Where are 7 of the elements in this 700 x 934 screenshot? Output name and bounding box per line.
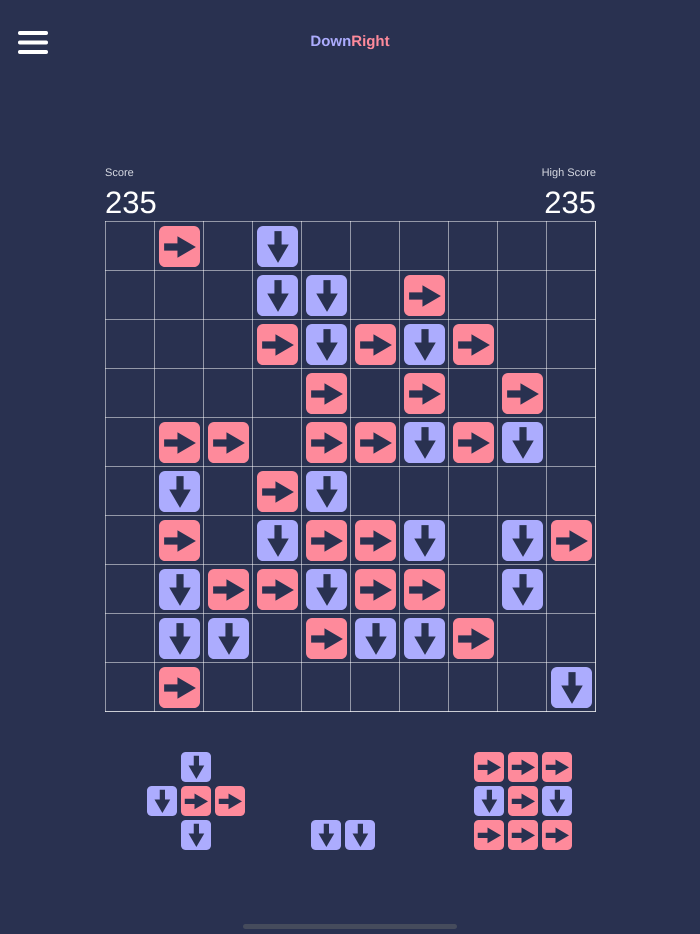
score-value: 235 bbox=[105, 186, 157, 220]
app-title: DownRight bbox=[310, 32, 390, 52]
menu-button[interactable] bbox=[17, 30, 49, 54]
high-score-value: 235 bbox=[544, 186, 596, 220]
high-score-label: High Score bbox=[542, 166, 596, 180]
menu-icon bbox=[17, 30, 49, 54]
score-label: Score bbox=[105, 166, 135, 180]
